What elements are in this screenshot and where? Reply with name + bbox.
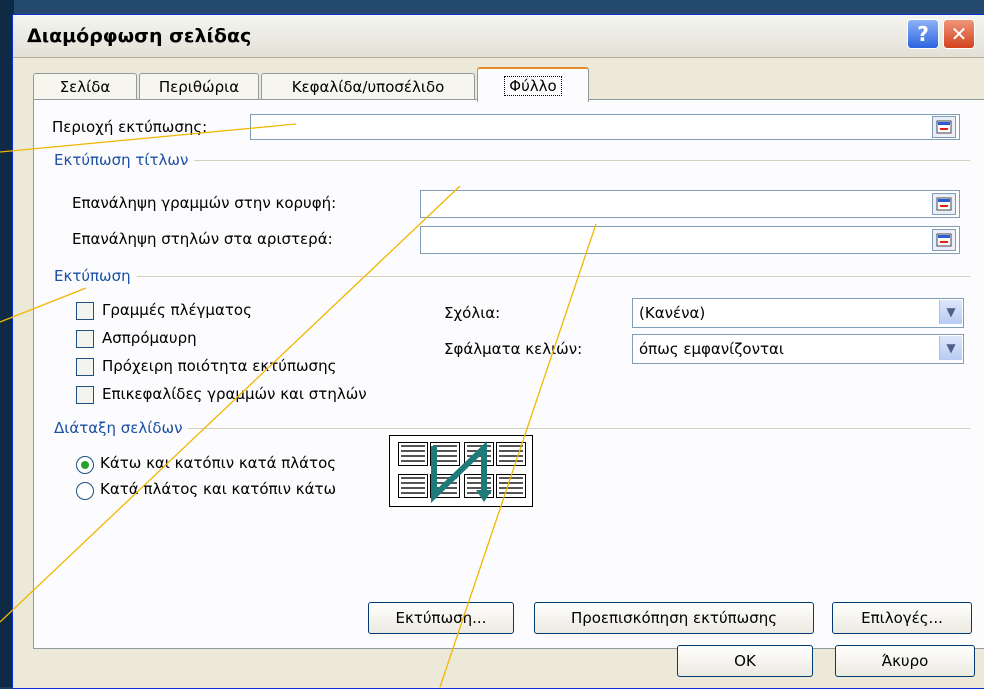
down-then-over-label: Κάτω και κατόπιν κατά πλάτος — [100, 454, 337, 472]
cell-errors-value: όπως εμφανίζονται — [639, 340, 784, 358]
tab-margins-label: Περιθώρια — [158, 78, 240, 96]
repeat-columns-input[interactable] — [420, 226, 960, 254]
comments-select[interactable]: (Κανένα) ▼ — [632, 298, 964, 328]
black-and-white-checkbox[interactable] — [76, 330, 94, 348]
repeat-rows-input[interactable] — [420, 190, 960, 218]
tab-header-footer-label: Κεφαλίδα/υποσέλιδο — [291, 78, 445, 96]
tab-sheet-label: Φύλλο — [504, 75, 562, 96]
page-order-group-label: Διάταξη σελίδων — [54, 419, 189, 437]
comments-label: Σχόλια: — [444, 304, 501, 322]
repeat-columns-range-picker-icon[interactable] — [932, 229, 956, 251]
cell-errors-label: Σφάλματα κελιών: — [444, 340, 583, 358]
chevron-down-icon[interactable]: ▼ — [939, 300, 962, 324]
print-preview-button[interactable]: Προεπισκόπηση εκτύπωσης — [534, 602, 814, 634]
print-group-label: Εκτύπωση — [54, 267, 137, 285]
print-titles-group-label: Εκτύπωση τίτλων — [54, 151, 195, 169]
tab-header-footer[interactable]: Κεφαλίδα/υποσέλιδο — [261, 73, 475, 100]
down-then-over-radio[interactable] — [76, 456, 94, 474]
comments-value: (Κανένα) — [639, 304, 706, 322]
print-area-input[interactable] — [250, 114, 960, 140]
over-then-down-radio[interactable] — [76, 482, 94, 500]
repeat-columns-label: Επανάληψη στηλών στα αριστερά: — [72, 230, 333, 248]
options-button[interactable]: Επιλογές... — [832, 602, 972, 634]
over-then-down-label: Κατά πλάτος και κατόπιν κάτω — [100, 480, 337, 498]
cancel-button[interactable]: Άκυρο — [835, 645, 975, 677]
print-area-range-picker-icon[interactable] — [932, 116, 956, 138]
repeat-rows-label: Επανάληψη γραμμών στην κορυφή: — [72, 194, 337, 212]
row-column-headings-checkbox[interactable] — [76, 386, 94, 404]
help-button[interactable]: ? — [907, 19, 939, 49]
tab-sheet[interactable]: Φύλλο — [477, 67, 589, 102]
sheet-panel: Περιοχή εκτύπωσης: Εκτύπωση τίτλων Επανά… — [33, 99, 984, 649]
ok-button[interactable]: OK — [677, 645, 813, 677]
row-column-headings-label: Επικεφαλίδες γραμμών και στηλών — [102, 385, 367, 403]
black-and-white-label: Ασπρόμαυρη — [102, 329, 197, 347]
tab-page[interactable]: Σελίδα — [33, 73, 137, 100]
page-order-divider — [54, 428, 970, 429]
page-setup-dialog: Διαμόρφωση σελίδας ? ✕ Σελίδα Περιθώρια … — [12, 14, 984, 689]
tab-margins[interactable]: Περιθώρια — [139, 73, 259, 100]
title-bar: Διαμόρφωση σελίδας ? ✕ — [13, 15, 984, 58]
page-order-illustration — [389, 435, 533, 507]
tab-page-label: Σελίδα — [59, 78, 111, 96]
print-divider — [54, 276, 970, 277]
draft-quality-label: Πρόχειρη ποιότητα εκτύπωσης — [102, 357, 337, 375]
gridlines-label: Γραμμές πλέγματος — [102, 301, 252, 319]
print-area-label: Περιοχή εκτύπωσης: — [52, 118, 208, 136]
cell-errors-select[interactable]: όπως εμφανίζονται ▼ — [632, 334, 964, 364]
chevron-down-icon[interactable]: ▼ — [939, 336, 962, 360]
close-button[interactable]: ✕ — [943, 19, 975, 49]
print-button[interactable]: Εκτύπωση... — [368, 602, 514, 634]
gridlines-checkbox[interactable] — [76, 302, 94, 320]
page-order-arrow-icon — [431, 440, 492, 504]
dialog-title: Διαμόρφωση σελίδας — [27, 25, 252, 47]
repeat-rows-range-picker-icon[interactable] — [932, 193, 956, 215]
draft-quality-checkbox[interactable] — [76, 358, 94, 376]
